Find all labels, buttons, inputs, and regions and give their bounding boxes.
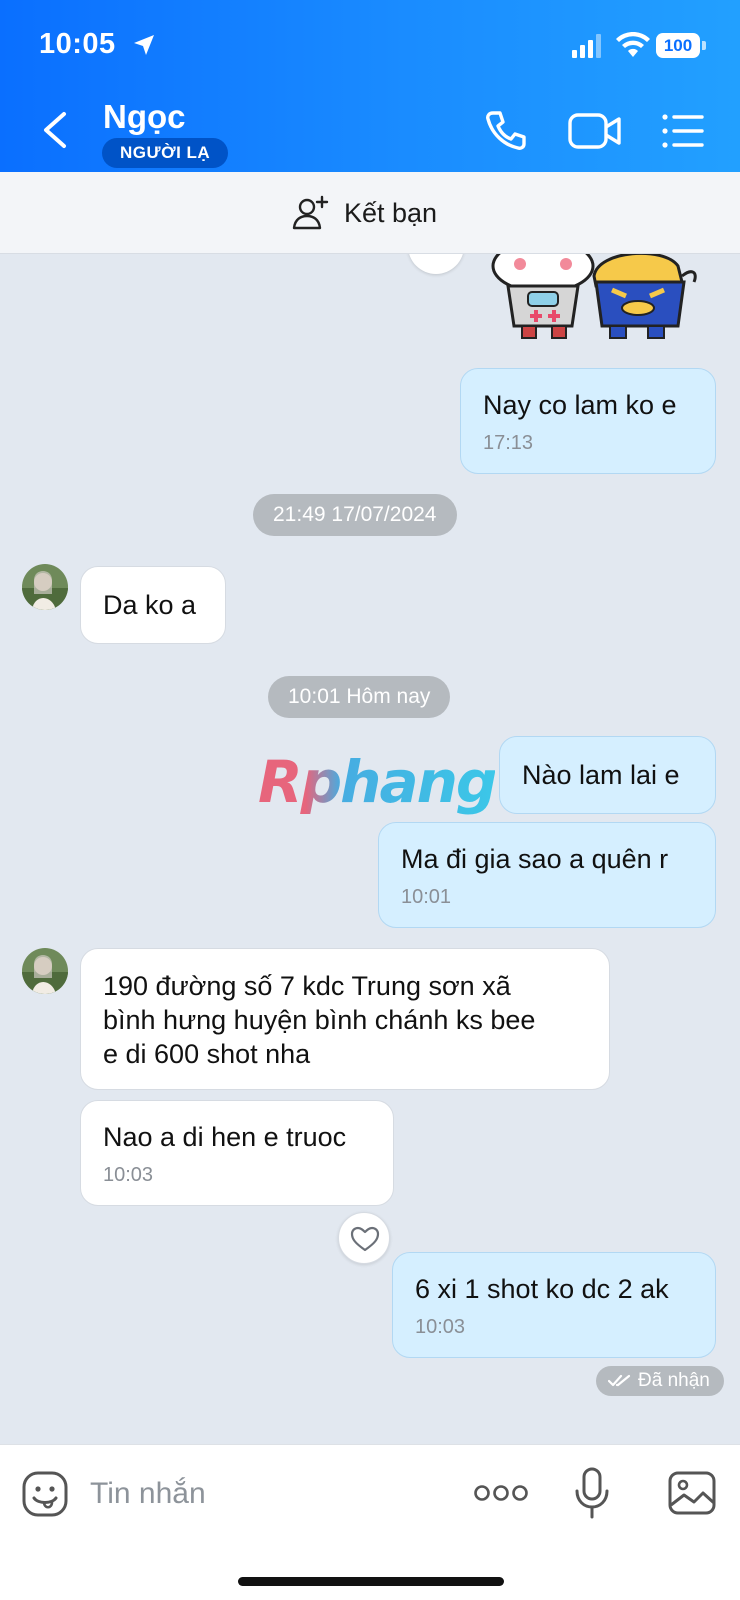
date-separator: 21:49 17/07/2024 <box>253 494 457 536</box>
more-icon[interactable] <box>474 1481 528 1505</box>
list-menu-icon[interactable] <box>662 112 704 150</box>
received-status-text: Đã nhận <box>638 1370 710 1391</box>
add-friend-label: Kết bạn <box>344 197 438 228</box>
message-text-line: 190 đường số 7 kdc Trung sơn xã <box>103 971 511 1001</box>
message-time: 17:13 <box>483 432 534 454</box>
message-time: 10:03 <box>103 1164 154 1186</box>
message-list[interactable]: Nay co lam ko e 17:13 21:49 17/07/2024 D… <box>0 254 740 1444</box>
contact-avatar[interactable] <box>22 564 68 610</box>
avatar-image <box>22 948 68 994</box>
chat-header: 10:05 100 Ngọc NGƯỜI LẠ <box>0 0 740 172</box>
contact-avatar[interactable] <box>22 948 68 994</box>
battery-level: 100 <box>656 33 700 58</box>
date-separator: 10:01 Hôm nay <box>268 676 451 718</box>
message-text-line: bình hưng huyện bình chánh ks bee <box>103 1005 536 1035</box>
message-bubble-outgoing[interactable]: Nào lam lai e <box>499 736 716 814</box>
back-icon[interactable] <box>36 108 76 152</box>
double-check-icon <box>608 1374 631 1387</box>
message-text: Da ko a <box>103 590 197 620</box>
status-bar: 10:05 100 <box>0 0 740 92</box>
stranger-badge: NGƯỜI LẠ <box>102 138 229 168</box>
avatar-image <box>22 564 68 610</box>
message-bubble-outgoing[interactable]: Nay co lam ko e 17:13 <box>460 368 716 474</box>
signal-icon <box>572 34 601 58</box>
message-text: Nao a di hen e truoc <box>103 1122 347 1152</box>
message-text-line: e di 600 shot nha <box>103 1039 311 1069</box>
mic-icon[interactable] <box>574 1467 610 1519</box>
message-bubble-incoming[interactable]: Da ko a <box>80 566 226 644</box>
message-input[interactable] <box>90 1471 430 1517</box>
received-status-badge: Đã nhận <box>596 1366 724 1396</box>
add-friend-bar: Kết bạn <box>0 172 740 254</box>
battery-icon: 100 <box>656 33 706 58</box>
message-bubble-outgoing[interactable]: Ma đi gia sao a quên r 10:01 <box>378 822 716 928</box>
phone-icon[interactable] <box>484 108 528 152</box>
composer-bar <box>0 1444 740 1600</box>
cartoon-sticker[interactable] <box>488 254 712 342</box>
add-friend-button[interactable]: Kết bạn <box>292 190 437 236</box>
add-friend-icon <box>292 195 329 230</box>
message-text: Nay co lam ko e <box>483 390 677 420</box>
message-time: 10:03 <box>415 1316 466 1338</box>
message-text: Ma đi gia sao a quên r <box>401 844 669 874</box>
video-call-icon[interactable] <box>568 112 622 150</box>
message-bubble-outgoing[interactable]: 6 xi 1 shot ko dc 2 ak 10:03 <box>392 1252 716 1358</box>
emoji-icon[interactable] <box>22 1471 68 1517</box>
message-bubble-incoming[interactable]: 190 đường số 7 kdc Trung sơn xã bình hưn… <box>80 948 610 1090</box>
message-time: 10:01 <box>401 886 452 908</box>
location-arrow-icon <box>134 35 154 55</box>
gallery-icon[interactable] <box>668 1471 716 1515</box>
home-indicator <box>238 1577 504 1586</box>
message-text: Nào lam lai e <box>522 760 680 790</box>
status-time: 10:05 <box>39 28 116 60</box>
contact-name[interactable]: Ngọc <box>103 98 186 136</box>
message-text: 6 xi 1 shot ko dc 2 ak <box>415 1274 669 1304</box>
watermark-logo: Rphang <box>258 748 497 816</box>
heart-icon <box>350 1226 380 1252</box>
react-button[interactable] <box>338 1212 390 1264</box>
message-bubble-incoming[interactable]: Nao a di hen e truoc 10:03 <box>80 1100 394 1206</box>
wifi-icon <box>616 32 650 57</box>
sticker-reaction-button[interactable] <box>408 254 464 274</box>
